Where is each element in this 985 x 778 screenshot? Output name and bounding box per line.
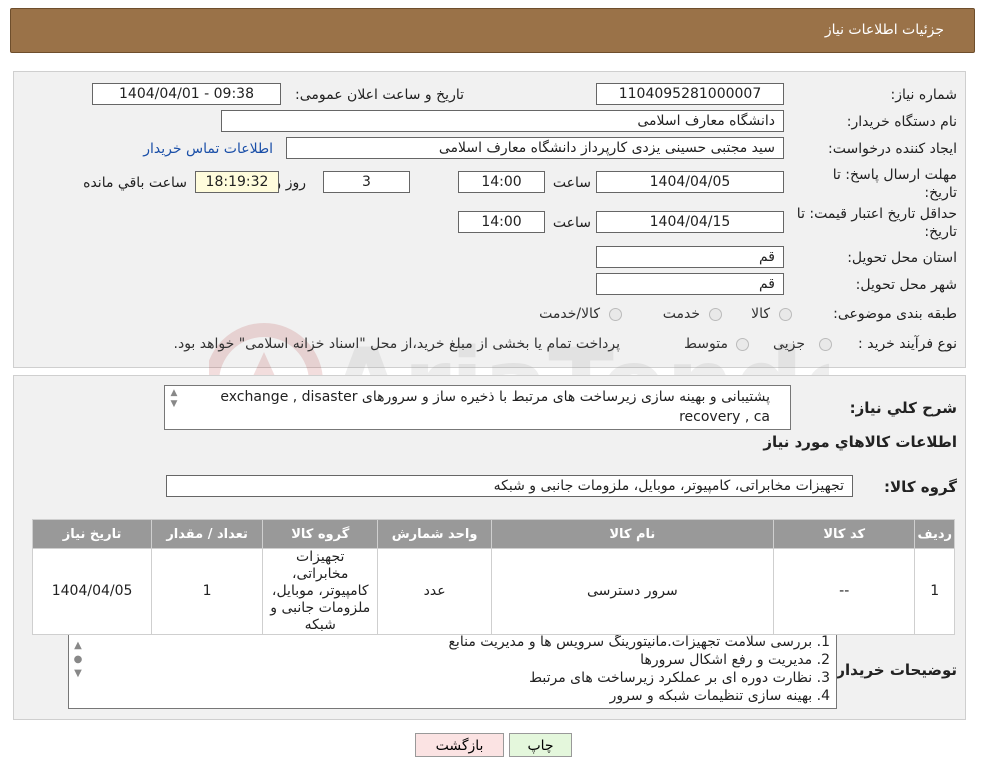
scroll-arrows-icon[interactable]: ▲ ▼: [167, 388, 181, 410]
table-row: 1 -- سرور دسترسی عدد تجهیزات مخابراتی، ک…: [33, 549, 954, 634]
description-text: پشتیبانی و بهینه سازی زیرساخت های مرتبط …: [220, 389, 770, 425]
province-label: استان محل تحویل:: [847, 250, 957, 266]
process-minor-label: جزیی: [773, 336, 805, 352]
category-goods-service-radio[interactable]: [609, 308, 622, 321]
goods-group-label: گروه كالا:: [884, 478, 957, 496]
category-label: طبقه بندی موضوعی:: [833, 306, 957, 322]
col-item-name: نام کالا: [491, 520, 773, 548]
note-line-4: 4. بهینه سازی تنظیمات شبکه و سرور: [609, 688, 830, 704]
col-need-date: تاریخ نیاز: [33, 520, 152, 548]
deadline-date-field: 1404/04/05: [596, 171, 784, 193]
cell-quantity: 1: [152, 549, 263, 634]
need-number-label: شماره نیاز:: [890, 87, 958, 103]
goods-table-header: رديف کد کالا نام کالا واحد شمارش گروه کا…: [33, 520, 954, 548]
page-header: جزئیات اطلاعات نیاز: [10, 8, 975, 53]
requester-field: سید مجتبی حسینی یزدی کارپرداز دانشگاه مع…: [286, 137, 784, 159]
category-goods-label: کالا: [751, 306, 770, 322]
time-remaining-label: ساعت باقي مانده: [83, 175, 187, 191]
col-quantity: تعداد / مقدار: [152, 520, 263, 548]
requester-label: ایجاد کننده درخواست:: [828, 141, 957, 157]
note-line-1: 1. بررسی سلامت تجهیزات.مانیتورینگ سرویس …: [448, 634, 830, 650]
category-goods-radio[interactable]: [779, 308, 792, 321]
category-service-label: خدمت: [662, 306, 700, 322]
goods-table: رديف کد کالا نام کالا واحد شمارش گروه کا…: [32, 519, 955, 635]
province-field: قم: [596, 246, 784, 268]
description-textarea[interactable]: پشتیبانی و بهینه سازی زیرساخت های مرتبط …: [164, 385, 791, 430]
price-validity-date-field: 1404/04/15: [596, 211, 784, 233]
cell-row-number: 1: [915, 549, 954, 634]
col-item-code: کد کالا: [773, 520, 915, 548]
buyer-contact-link[interactable]: اطلاعات تماس خریدار: [143, 141, 273, 157]
goods-group-field: تجهیزات مخابراتی، کامپیوتر، موبایل، ملزو…: [166, 475, 853, 497]
days-label: روز و: [274, 175, 307, 191]
price-validity-time-label: ساعت: [552, 215, 591, 231]
category-goods-service-label: کالا/خدمت: [539, 306, 600, 322]
note-line-3: 3. نظارت دوره ای بر عملکرد زیرساخت های م…: [529, 670, 830, 686]
category-service-radio[interactable]: [709, 308, 722, 321]
city-label: شهر محل تحویل:: [855, 277, 957, 293]
page-title: جزئیات اطلاعات نیاز: [824, 22, 944, 38]
note-line-2: 2. مدیریت و رفع اشکال سرورها: [640, 652, 830, 668]
deadline-time-label: ساعت: [552, 175, 591, 191]
need-info-panel: AriaTender شماره نیاز: 1104095281000007 …: [13, 71, 966, 441]
price-validity-label: حداقل تاریخ اعتبار قیمت: تا: [796, 206, 957, 222]
process-note: پرداخت تمام یا بخشی از مبلغ خرید،از محل …: [173, 336, 620, 352]
buyer-org-label: نام دستگاه خریدار:: [846, 114, 957, 130]
goods-section-title: اطلاعات كالاهاي مورد نياز: [763, 433, 957, 451]
print-button[interactable]: چاپ: [509, 733, 572, 757]
cell-need-date: 1404/04/05: [33, 549, 152, 634]
price-validity-time-field: 14:00: [458, 211, 545, 233]
announce-datetime-field: 1404/04/01 - 09:38: [92, 83, 281, 105]
process-medium-radio[interactable]: [736, 338, 749, 351]
process-medium-label: متوسط: [684, 336, 728, 352]
city-field: قم: [596, 273, 784, 295]
cell-unit: عدد: [378, 549, 491, 634]
buyer-notes-label: توضیحات خریدار:: [830, 661, 957, 679]
deadline-label-date: تاریخ:: [924, 185, 957, 201]
scrollbar-icon[interactable]: ▲ ● ▼: [71, 639, 85, 681]
col-row-number: رديف: [915, 520, 954, 548]
col-unit: واحد شمارش: [378, 520, 491, 548]
buyer-org-field: دانشگاه معارف اسلامی: [221, 110, 784, 132]
deadline-time-field: 14:00: [458, 171, 545, 193]
time-remaining-field: 18:19:32: [195, 171, 279, 193]
back-button[interactable]: بازگشت: [415, 733, 504, 757]
cell-item-code: --: [773, 549, 915, 634]
buyer-notes-textarea[interactable]: 1. بررسی سلامت تجهیزات.مانیتورینگ سرویس …: [68, 632, 837, 709]
cell-item-name: سرور دسترسی: [491, 549, 773, 634]
announce-datetime-label: تاریخ و ساعت اعلان عمومی:: [295, 87, 464, 103]
days-remaining-field: 3: [323, 171, 410, 193]
process-minor-radio[interactable]: [819, 338, 832, 351]
need-number-field: 1104095281000007: [596, 83, 784, 105]
description-label: شرح كلي نياز:: [849, 399, 957, 417]
price-validity-label-date: تاریخ:: [924, 224, 957, 240]
process-type-label: نوع فرآیند خرید :: [858, 336, 957, 352]
col-item-group: گروه کالا: [263, 520, 378, 548]
deadline-label: مهلت ارسال پاسخ: تا: [832, 167, 957, 183]
cell-item-group: تجهیزات مخابراتی، کامپیوتر، موبایل، ملزو…: [263, 549, 378, 634]
